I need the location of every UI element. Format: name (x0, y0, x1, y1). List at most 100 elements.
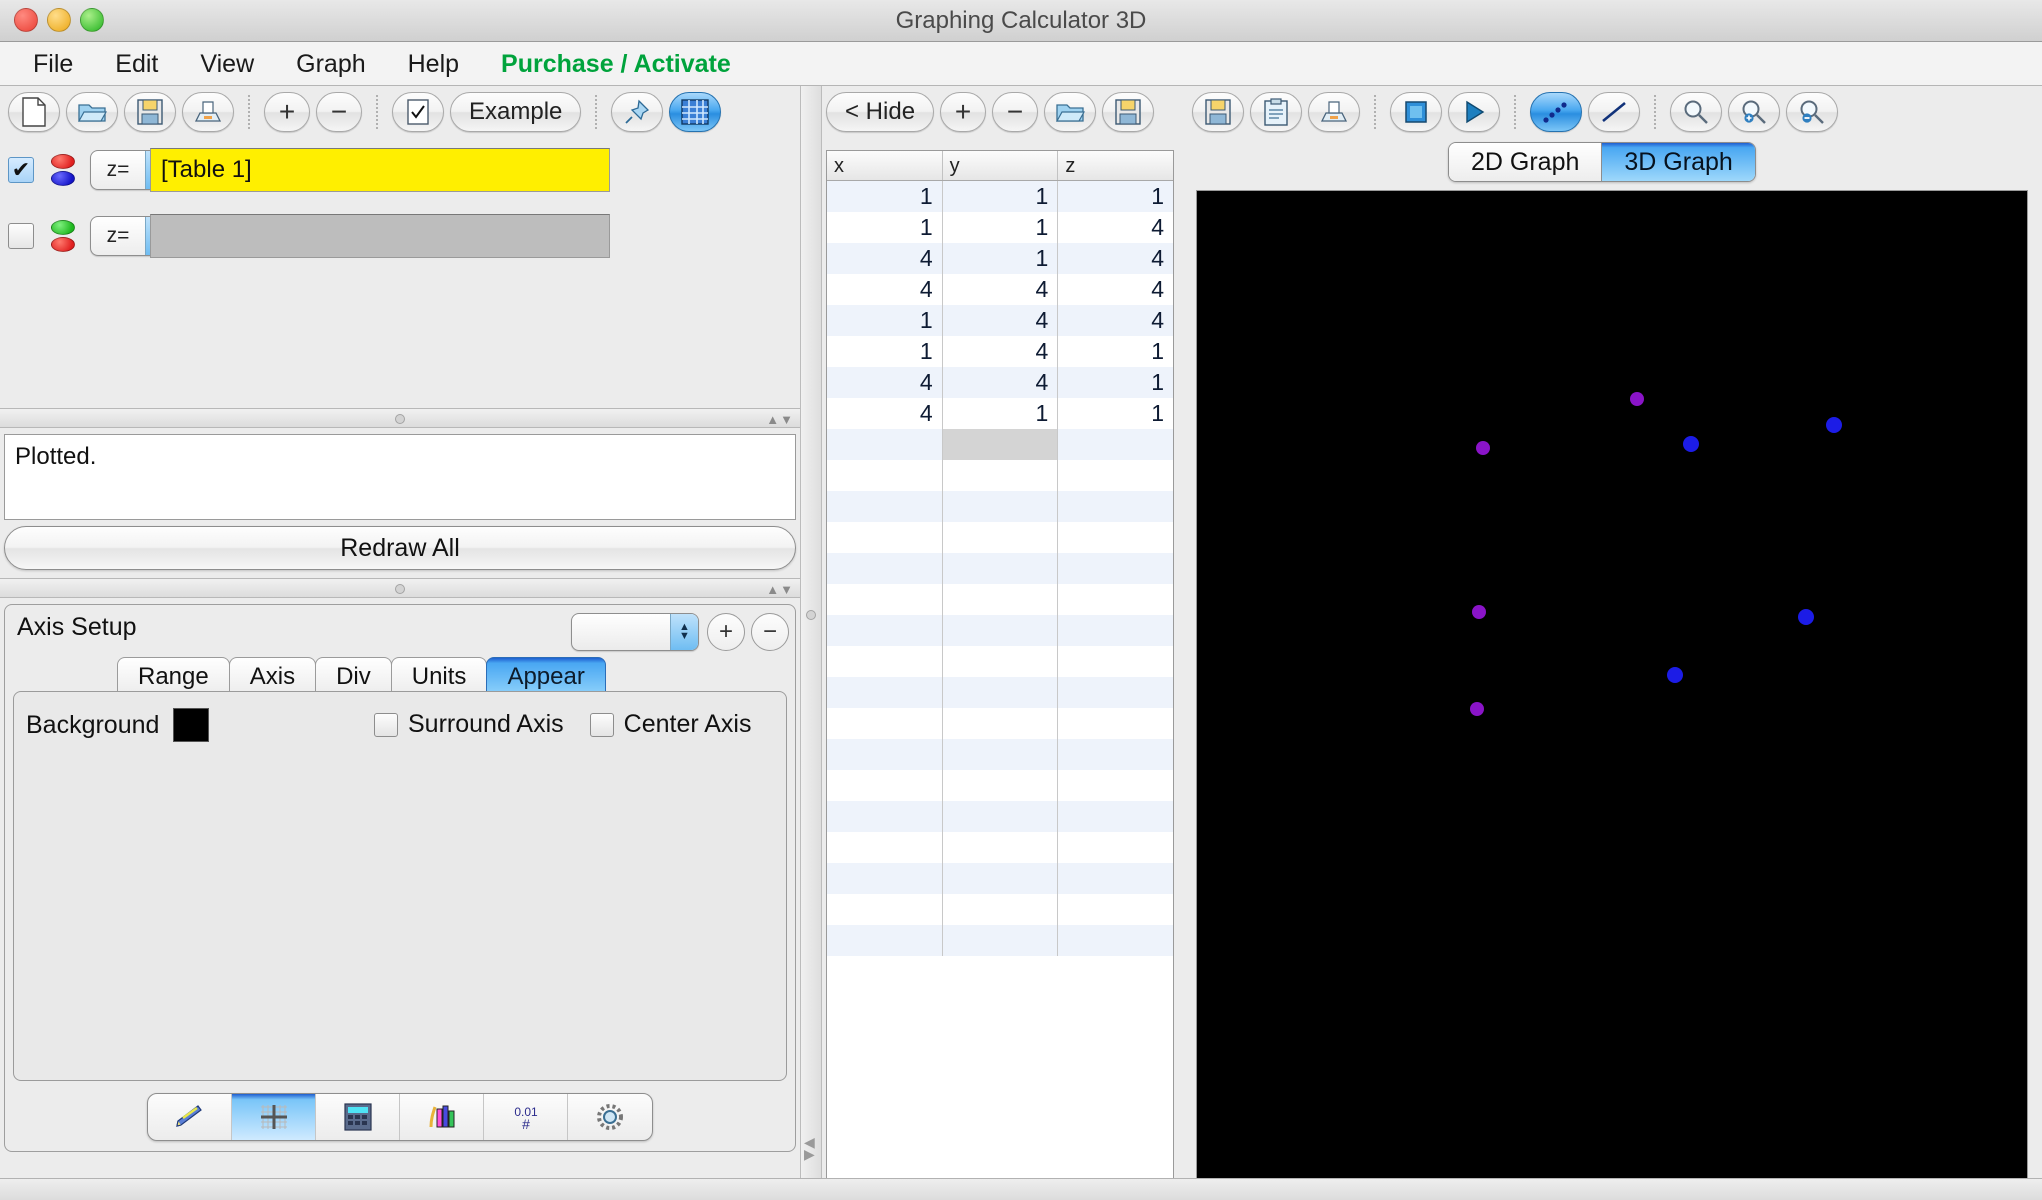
table-cell[interactable]: 4 (827, 243, 943, 274)
table-cell[interactable]: 4 (1058, 305, 1173, 336)
table-row[interactable] (827, 522, 1173, 553)
table-row[interactable]: 144 (827, 305, 1173, 336)
table-toggle-button[interactable] (669, 92, 721, 132)
table-cell[interactable]: 4 (1058, 274, 1173, 305)
table-cell[interactable] (827, 553, 943, 584)
table-cell[interactable] (943, 801, 1059, 832)
table-row[interactable] (827, 832, 1173, 863)
table-row[interactable] (827, 739, 1173, 770)
table-column-header-x[interactable]: x (827, 151, 943, 180)
table-cell[interactable] (943, 894, 1059, 925)
table-cell[interactable] (943, 553, 1059, 584)
remove-row-button[interactable]: − (992, 92, 1038, 132)
table-cell[interactable] (1058, 708, 1173, 739)
table-cell[interactable] (1058, 584, 1173, 615)
table-column-header-z[interactable]: z (1058, 151, 1173, 180)
table-cell[interactable] (827, 894, 943, 925)
play-animation-button[interactable] (1448, 92, 1500, 132)
table-cell[interactable]: 1 (943, 212, 1059, 243)
table-cell[interactable] (943, 429, 1059, 460)
menu-edit[interactable]: Edit (94, 42, 179, 86)
splitter-arrows-icon[interactable]: ▲▼ (766, 412, 794, 427)
table-cell[interactable] (827, 646, 943, 677)
table-row[interactable] (827, 553, 1173, 584)
line-mode-button[interactable] (1588, 92, 1640, 132)
settings-tool-button[interactable] (568, 1094, 652, 1140)
table-cell[interactable] (827, 491, 943, 522)
tab-axis[interactable]: Axis (229, 657, 316, 695)
table-cell[interactable]: 1 (1058, 398, 1173, 429)
table-cell[interactable] (943, 584, 1059, 615)
print-button[interactable] (182, 92, 234, 132)
table-cell[interactable] (943, 522, 1059, 553)
panel-splitter[interactable]: ◀▶ (800, 86, 822, 1178)
table-cell[interactable] (943, 677, 1059, 708)
table-column-header-y[interactable]: y (943, 151, 1059, 180)
table-cell[interactable] (1058, 863, 1173, 894)
menu-file[interactable]: File (12, 42, 94, 86)
example-button[interactable]: Example (450, 92, 581, 132)
table-cell[interactable]: 1 (827, 305, 943, 336)
menu-purchase-activate[interactable]: Purchase / Activate (480, 42, 752, 86)
table-row[interactable] (827, 460, 1173, 491)
table-cell[interactable] (1058, 832, 1173, 863)
table-row[interactable]: 441 (827, 367, 1173, 398)
table-cell[interactable] (1058, 646, 1173, 677)
table-cell[interactable] (943, 491, 1059, 522)
table-row[interactable] (827, 491, 1173, 522)
graph-canvas[interactable] (1196, 190, 2028, 1198)
table-row[interactable] (827, 770, 1173, 801)
surround-axis-checkbox[interactable] (374, 713, 398, 737)
table-row[interactable] (827, 925, 1173, 956)
table-cell[interactable]: 4 (943, 367, 1059, 398)
remove-equation-button[interactable]: − (316, 92, 362, 132)
table-cell[interactable]: 1 (827, 181, 943, 212)
table-cell[interactable] (943, 646, 1059, 677)
table-cell[interactable]: 4 (1058, 243, 1173, 274)
table-cell[interactable] (1058, 553, 1173, 584)
table-cell[interactable] (943, 770, 1059, 801)
save-image-button[interactable] (1192, 92, 1244, 132)
table-cell[interactable] (827, 460, 943, 491)
table-row[interactable]: 111 (827, 181, 1173, 212)
pin-button[interactable] (611, 92, 663, 132)
equation-2-visibility-checkbox[interactable] (8, 223, 34, 249)
data-table[interactable]: xyz 111114414444144141441411 (826, 150, 1174, 1200)
background-color-swatch[interactable] (173, 708, 209, 742)
table-cell[interactable] (943, 615, 1059, 646)
table-row[interactable] (827, 801, 1173, 832)
table-cell[interactable]: 1 (1058, 336, 1173, 367)
table-cell[interactable] (827, 925, 943, 956)
table-cell[interactable] (1058, 460, 1173, 491)
table-row[interactable] (827, 429, 1173, 460)
table-cell[interactable]: 1 (827, 336, 943, 367)
table-cell[interactable] (1058, 894, 1173, 925)
center-axis-checkbox[interactable] (590, 713, 614, 737)
table-cell[interactable] (827, 522, 943, 553)
add-equation-button[interactable]: + (264, 92, 310, 132)
point-mode-button[interactable] (1530, 92, 1582, 132)
table-cell[interactable] (1058, 615, 1173, 646)
save-table-button[interactable] (1102, 92, 1154, 132)
grid-tool-button[interactable] (232, 1094, 316, 1140)
tab-2d-graph[interactable]: 2D Graph (1449, 143, 1602, 181)
table-cell[interactable]: 1 (943, 243, 1059, 274)
table-cell[interactable]: 4 (827, 274, 943, 305)
check-all-button[interactable] (392, 92, 444, 132)
table-cell[interactable] (1058, 522, 1173, 553)
table-cell[interactable]: 4 (827, 367, 943, 398)
pen-tool-button[interactable] (148, 1094, 232, 1140)
table-row[interactable] (827, 708, 1173, 739)
table-cell[interactable] (827, 832, 943, 863)
table-cell[interactable] (827, 770, 943, 801)
table-cell[interactable]: 1 (1058, 181, 1173, 212)
tab-range[interactable]: Range (117, 657, 230, 695)
zoom-reset-button[interactable] (1670, 92, 1722, 132)
menu-view[interactable]: View (179, 42, 275, 86)
splitter-arrows-icon[interactable]: ▲▼ (766, 582, 794, 597)
equation-1-input[interactable]: [Table 1] (150, 148, 610, 192)
table-cell[interactable]: 1 (943, 181, 1059, 212)
equation-2-color-dots[interactable] (46, 220, 80, 252)
open-file-button[interactable] (66, 92, 118, 132)
table-cell[interactable]: 1 (827, 212, 943, 243)
